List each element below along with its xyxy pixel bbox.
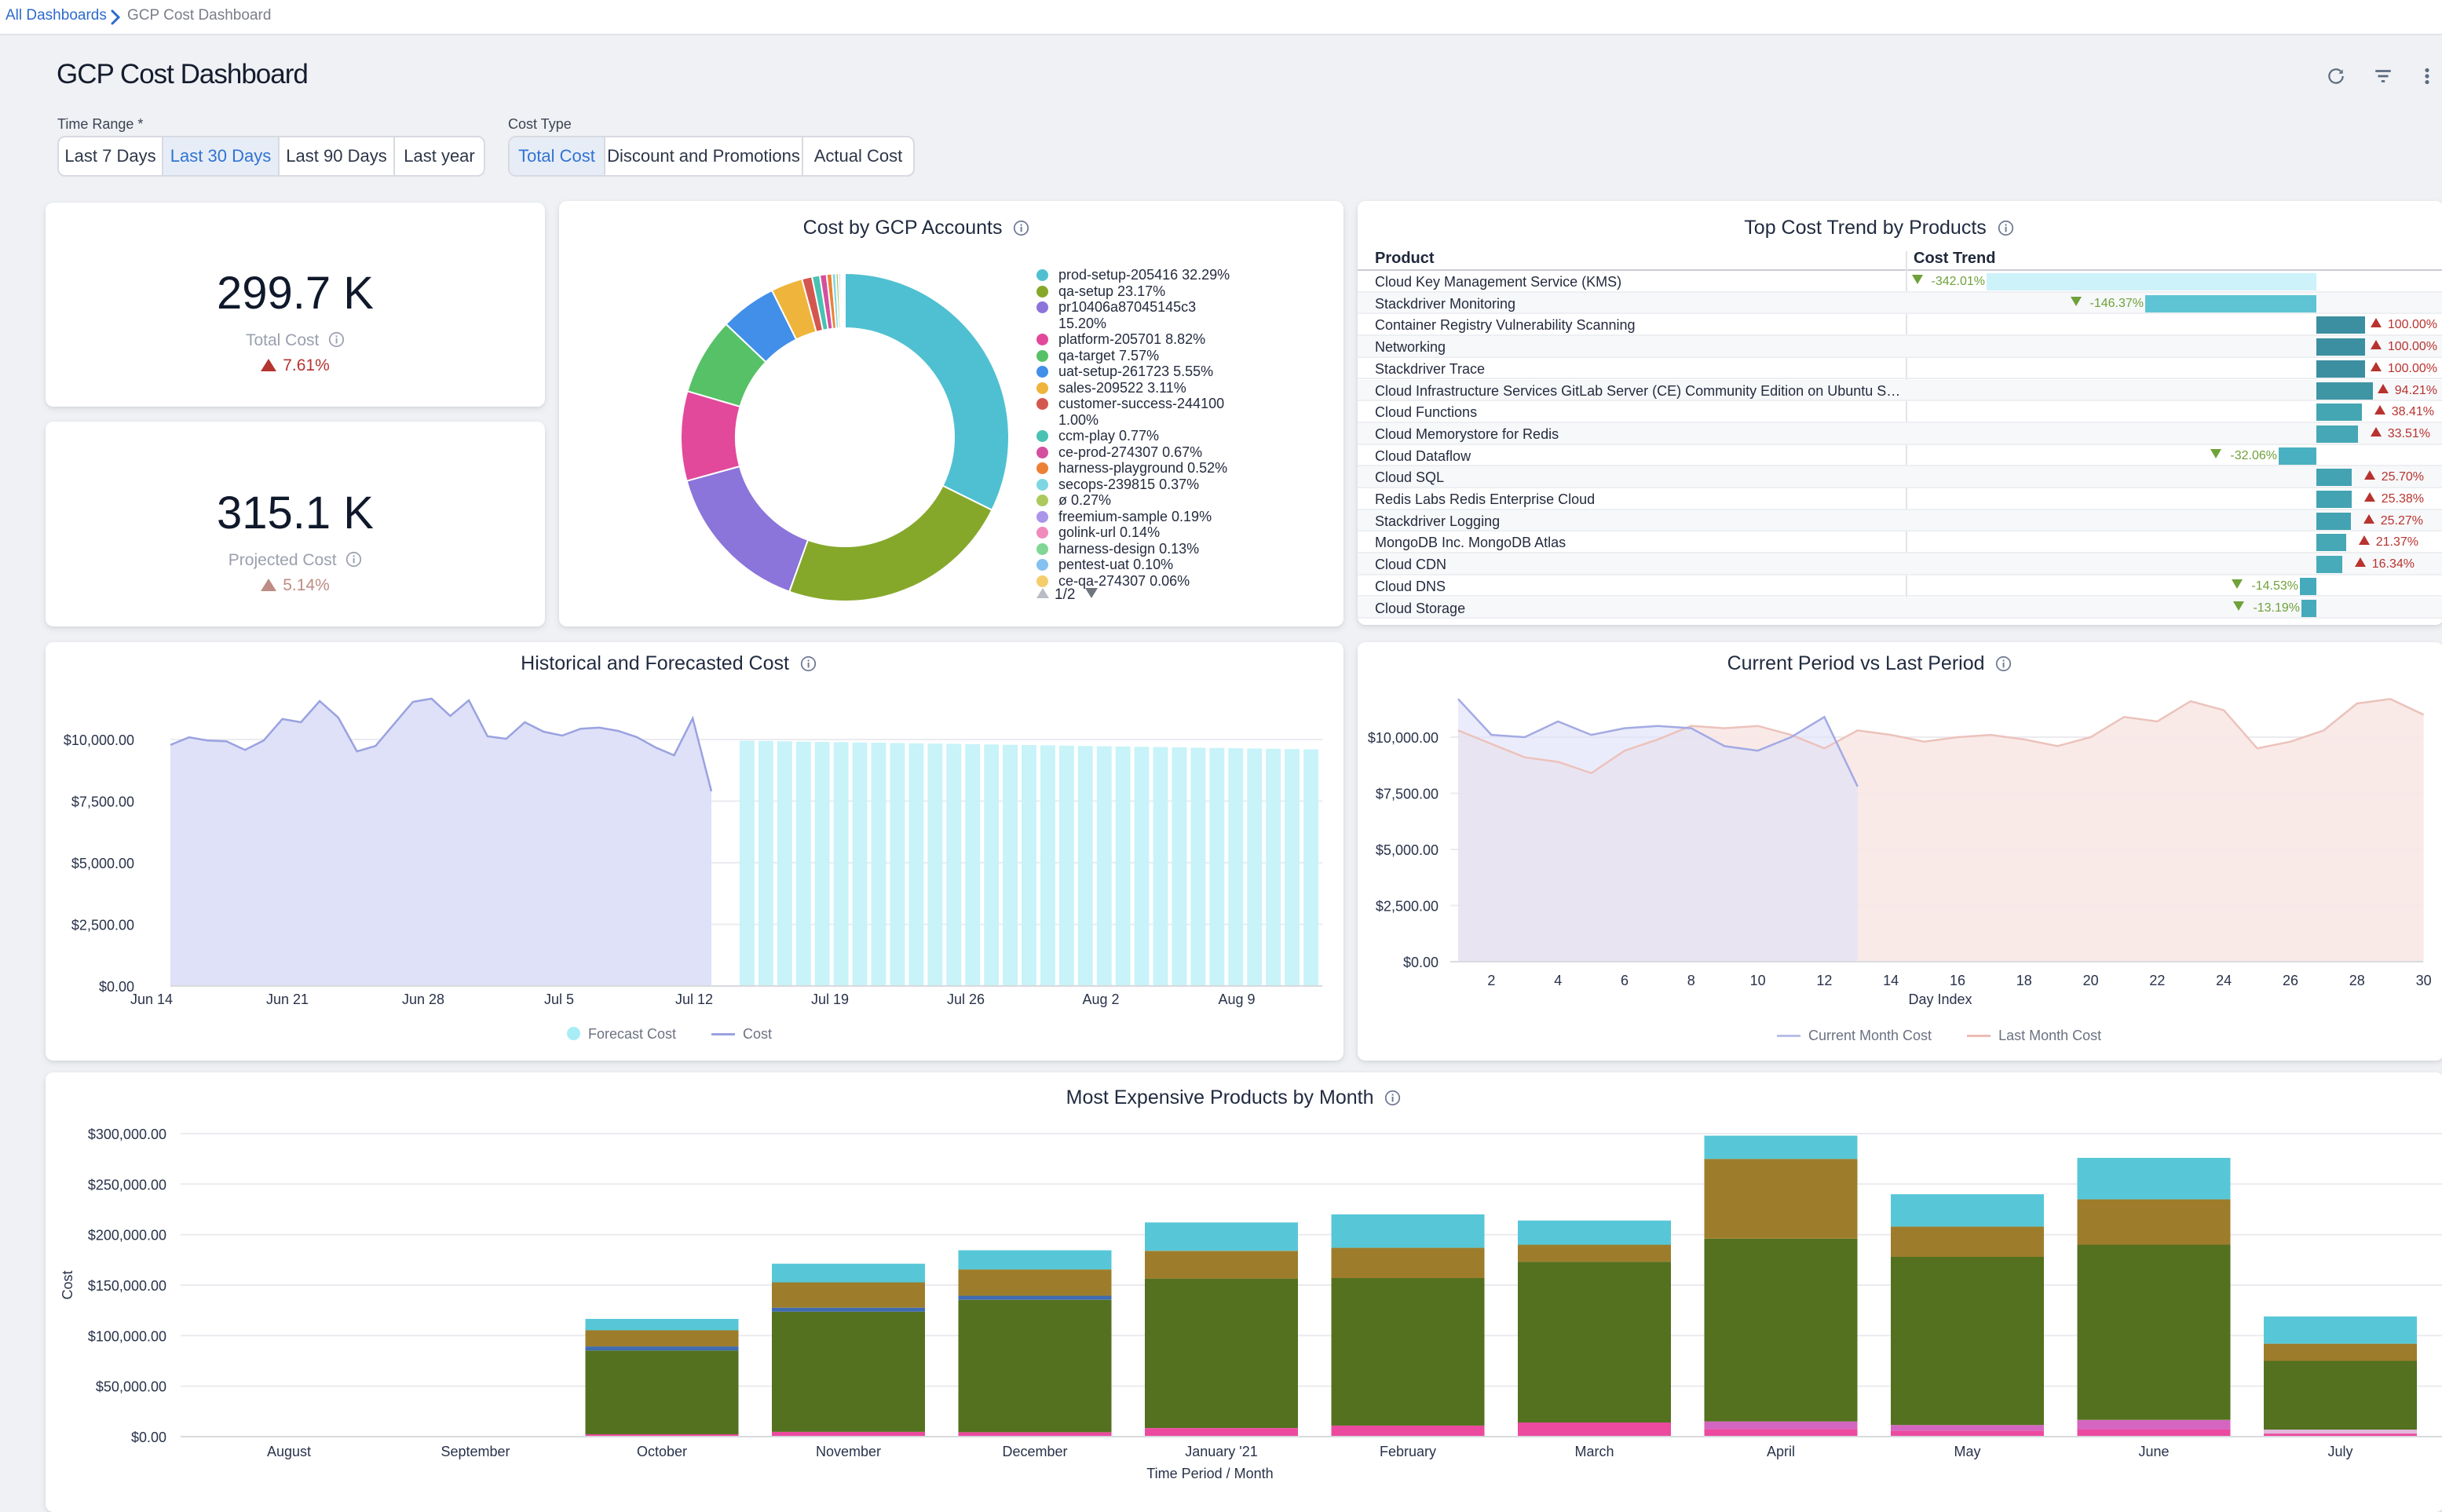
svg-text:June: June — [2138, 1444, 2169, 1459]
svg-text:$0.00: $0.00 — [131, 1430, 166, 1445]
svg-text:$150,000.00: $150,000.00 — [88, 1278, 166, 1294]
svg-text:$250,000.00: $250,000.00 — [88, 1177, 166, 1192]
svg-text:Jul 19: Jul 19 — [811, 992, 849, 1007]
svg-text:Cost: Cost — [60, 1270, 75, 1299]
svg-text:16: 16 — [1950, 973, 1965, 988]
svg-text:February: February — [1380, 1444, 1436, 1459]
svg-text:$10,000.00: $10,000.00 — [1368, 730, 1439, 746]
svg-text:18: 18 — [2016, 973, 2032, 988]
svg-text:24: 24 — [2216, 973, 2232, 988]
svg-text:Jun 28: Jun 28 — [402, 992, 444, 1007]
svg-text:$7,500.00: $7,500.00 — [1376, 787, 1439, 802]
svg-text:$2,500.00: $2,500.00 — [1376, 899, 1439, 915]
svg-text:14: 14 — [1883, 973, 1899, 988]
svg-text:December: December — [1002, 1444, 1067, 1459]
svg-text:$5,000.00: $5,000.00 — [71, 856, 134, 871]
svg-text:$50,000.00: $50,000.00 — [96, 1379, 166, 1395]
svg-text:2: 2 — [1487, 973, 1495, 988]
svg-text:$200,000.00: $200,000.00 — [88, 1228, 166, 1244]
svg-text:4: 4 — [1554, 973, 1562, 988]
svg-text:Jun 21: Jun 21 — [266, 992, 309, 1007]
svg-text:October: October — [637, 1444, 687, 1459]
svg-text:April: April — [1767, 1444, 1795, 1459]
svg-text:August: August — [267, 1444, 311, 1459]
svg-text:$300,000.00: $300,000.00 — [88, 1127, 166, 1142]
svg-text:28: 28 — [2349, 973, 2365, 988]
svg-text:Jul 12: Jul 12 — [675, 992, 713, 1007]
svg-text:10: 10 — [1750, 973, 1766, 988]
svg-text:Aug 9: Aug 9 — [1218, 992, 1255, 1007]
svg-text:Day Index: Day Index — [1908, 992, 1972, 1007]
svg-text:$0.00: $0.00 — [1403, 955, 1439, 970]
svg-text:November: November — [816, 1444, 881, 1459]
svg-text:March: March — [1574, 1444, 1614, 1459]
svg-text:12: 12 — [1816, 973, 1832, 988]
svg-text:30: 30 — [2416, 973, 2432, 988]
svg-text:$10,000.00: $10,000.00 — [64, 732, 134, 748]
svg-text:Aug 2: Aug 2 — [1082, 992, 1119, 1007]
svg-text:$0.00: $0.00 — [99, 979, 134, 995]
svg-text:$2,500.00: $2,500.00 — [71, 918, 134, 933]
svg-text:Jul 26: Jul 26 — [947, 992, 985, 1007]
svg-text:Jun 14: Jun 14 — [130, 992, 173, 1007]
svg-text:September: September — [441, 1444, 510, 1459]
svg-text:26: 26 — [2283, 973, 2298, 988]
svg-text:8: 8 — [1687, 973, 1695, 988]
svg-text:$5,000.00: $5,000.00 — [1376, 842, 1439, 858]
svg-text:January '21: January '21 — [1185, 1444, 1258, 1459]
svg-text:July: July — [2327, 1444, 2352, 1459]
svg-text:20: 20 — [2083, 973, 2099, 988]
svg-text:6: 6 — [1621, 973, 1629, 988]
svg-text:May: May — [1954, 1444, 1980, 1459]
svg-text:Jul 5: Jul 5 — [544, 992, 574, 1007]
svg-text:$7,500.00: $7,500.00 — [71, 794, 134, 810]
svg-text:$100,000.00: $100,000.00 — [88, 1328, 166, 1344]
svg-text:22: 22 — [2149, 973, 2165, 988]
